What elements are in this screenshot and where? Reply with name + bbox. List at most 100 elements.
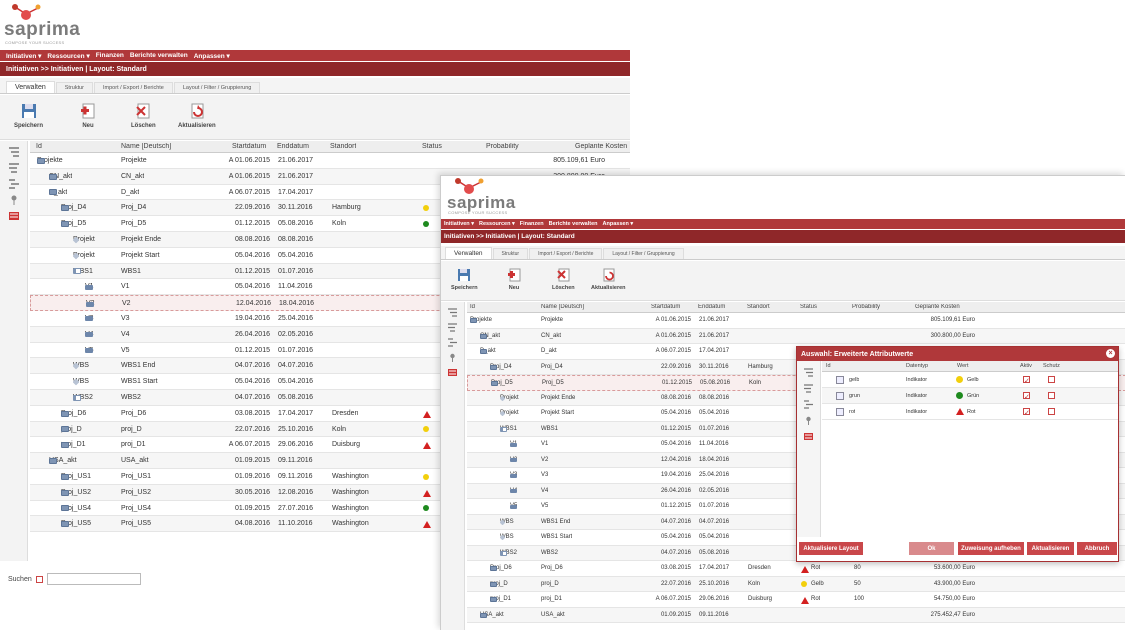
tree-level-icon[interactable]	[803, 400, 814, 409]
col-end[interactable]: Enddatum	[277, 143, 309, 150]
col-name[interactable]: Name [Deutsch]	[541, 304, 584, 310]
col-end[interactable]: Enddatum	[698, 304, 725, 310]
col-probability[interactable]: Probability	[852, 304, 880, 310]
new-button[interactable]: Neu	[80, 103, 96, 129]
tree-node[interactable]: ▼Proj_D5	[491, 376, 513, 392]
tree-node[interactable]: Projekt	[73, 248, 95, 264]
tree-node[interactable]: ▶Proj_US1	[61, 469, 91, 485]
table-row[interactable]: ▶Proj_D6 Proj_D6 03.08.2015 17.04.2017 Dresd…	[467, 561, 1125, 577]
tree-node[interactable]: V4	[85, 327, 94, 343]
menu-anpassen[interactable]: Anpassen ▾	[194, 52, 230, 60]
tree-node[interactable]: WBS	[500, 515, 514, 531]
table-row[interactable]: ▶proj_D proj_D 22.07.2016 25.10.2016 Koln Gel…	[467, 576, 1125, 593]
tree-node[interactable]: ▼D_akt	[480, 344, 496, 360]
tree-node[interactable]: ▶Proj_US4	[61, 501, 91, 517]
tree-node[interactable]: ▼USA_akt	[480, 608, 504, 624]
delete-button[interactable]: Löschen	[552, 268, 575, 291]
tree-level-icon[interactable]	[8, 179, 20, 189]
tree-node[interactable]: V4	[510, 484, 517, 500]
tab-verwalten[interactable]: Verwalten	[445, 247, 492, 259]
tree-node[interactable]: ▶CN_akt	[49, 169, 72, 185]
col-start[interactable]: Startdatum	[651, 304, 680, 310]
menu-initiativen[interactable]: Initiativen ▾	[6, 52, 41, 60]
refresh-button[interactable]: Aktualisieren	[591, 268, 626, 291]
tree-node[interactable]: ▶Proj_D6	[61, 406, 86, 422]
tree-collapse-icon[interactable]	[8, 163, 20, 173]
unassign-button[interactable]: Zuweisung aufheben	[958, 542, 1024, 555]
gantt-icon[interactable]	[803, 432, 814, 441]
refresh-button[interactable]: Aktualisieren	[178, 103, 216, 129]
tree-expand-icon[interactable]	[803, 368, 814, 377]
save-button[interactable]: Speichern	[451, 268, 478, 291]
tree-node[interactable]: V3	[510, 468, 517, 484]
tab-import-export[interactable]: Import / Export / Berichte	[529, 248, 603, 259]
menu-finanzen[interactable]: Finanzen	[96, 52, 124, 59]
tree-node[interactable]: ▼D_akt	[49, 185, 67, 201]
col-start[interactable]: Startdatum	[232, 143, 266, 150]
tree-node[interactable]: ▶Proj_US2	[61, 485, 91, 501]
tree-node[interactable]: WBS	[73, 374, 89, 390]
col-name[interactable]: Name [Deutsch]	[121, 143, 171, 150]
col-status[interactable]: Status	[422, 143, 442, 150]
tree-node[interactable]: ▶Proj_D6	[490, 561, 512, 577]
tree-node[interactable]: ▼Proj_D5	[61, 216, 86, 232]
tree-node[interactable]: V1	[510, 437, 517, 453]
menu-ressourcen[interactable]: Ressourcen ▾	[479, 221, 515, 227]
tree-node[interactable]: ▶Proj_D4	[490, 360, 512, 376]
dcol-value[interactable]: Wert	[957, 363, 969, 369]
col-status[interactable]: Status	[800, 304, 817, 310]
menu-finanzen[interactable]: Finanzen	[520, 221, 544, 227]
protect-checkbox[interactable]	[1048, 408, 1055, 415]
tree-node[interactable]: ▶Proj_D4	[61, 200, 86, 216]
gantt-icon[interactable]	[8, 211, 20, 221]
tree-collapse-icon[interactable]	[803, 384, 814, 393]
table-row[interactable]: ▶CN_akt CN_akt A 01.06.2015 21.06.2017 300.8…	[467, 328, 1125, 345]
tree-expand-icon[interactable]	[447, 308, 458, 317]
col-location[interactable]: Standort	[330, 143, 356, 150]
tab-verwalten[interactable]: Verwalten	[6, 81, 55, 93]
table-row[interactable]: ▼USA_akt USA_akt 01.09.2015 09.11.2016 275.4…	[467, 607, 1125, 624]
tree-node[interactable]: ▶WBS2	[73, 390, 93, 406]
tree-node[interactable]: Projekt	[500, 406, 519, 422]
col-probability[interactable]: Probability	[486, 143, 519, 150]
tree-node[interactable]: ▶proj_D	[490, 577, 508, 593]
tree-node[interactable]: ▶Proj_US5	[61, 516, 91, 532]
dcol-id[interactable]: Id	[826, 363, 831, 369]
pin-icon[interactable]	[8, 195, 20, 205]
pin-icon[interactable]	[447, 353, 458, 362]
col-cost[interactable]: Geplante Kosten	[915, 304, 960, 310]
search-checkbox[interactable]	[35, 575, 43, 583]
tree-level-icon[interactable]	[447, 338, 458, 347]
tree-node[interactable]: V1	[85, 279, 94, 295]
new-button[interactable]: Neu	[507, 268, 521, 291]
dcol-type[interactable]: Datentyp	[906, 363, 928, 369]
tree-node[interactable]: WBS	[73, 358, 89, 374]
cancel-button[interactable]: Abbruch	[1077, 542, 1117, 555]
tree-node[interactable]: V2	[510, 453, 517, 469]
tree-node[interactable]: V5	[510, 499, 517, 515]
menu-berichte[interactable]: Berichte verwalten	[130, 52, 188, 59]
col-cost[interactable]: Geplante Kosten	[575, 143, 627, 150]
tab-struktur[interactable]: Struktur	[492, 248, 529, 259]
tree-node[interactable]: ▼WBS1	[500, 422, 517, 438]
menu-initiativen[interactable]: Initiativen ▾	[444, 221, 474, 227]
tree-node[interactable]: V5	[85, 343, 94, 359]
save-button[interactable]: Speichern	[14, 103, 43, 129]
protect-checkbox[interactable]	[1048, 392, 1055, 399]
protect-checkbox[interactable]	[1048, 376, 1055, 383]
tree-node[interactable]: ▼Projekte	[470, 313, 492, 329]
close-icon[interactable]: ×	[1106, 349, 1115, 358]
tree-node[interactable]: WBS	[500, 530, 514, 546]
search-input[interactable]	[46, 573, 141, 585]
pin-icon[interactable]	[803, 416, 814, 425]
dcol-protect[interactable]: Schutz	[1043, 363, 1060, 369]
active-checkbox[interactable]	[1023, 406, 1030, 422]
tree-node[interactable]: ▼WBS1	[73, 264, 93, 280]
tab-import-export[interactable]: Import / Export / Berichte	[94, 82, 173, 93]
tree-node[interactable]: Projekt	[73, 232, 95, 248]
tree-node[interactable]: ▶WBS2	[500, 546, 517, 562]
tree-node[interactable]: ▶CN_akt	[480, 329, 500, 345]
active-checkbox[interactable]	[1023, 390, 1030, 406]
menu-anpassen[interactable]: Anpassen ▾	[603, 221, 634, 227]
refresh-dialog-button[interactable]: Aktualisieren	[1027, 542, 1074, 555]
